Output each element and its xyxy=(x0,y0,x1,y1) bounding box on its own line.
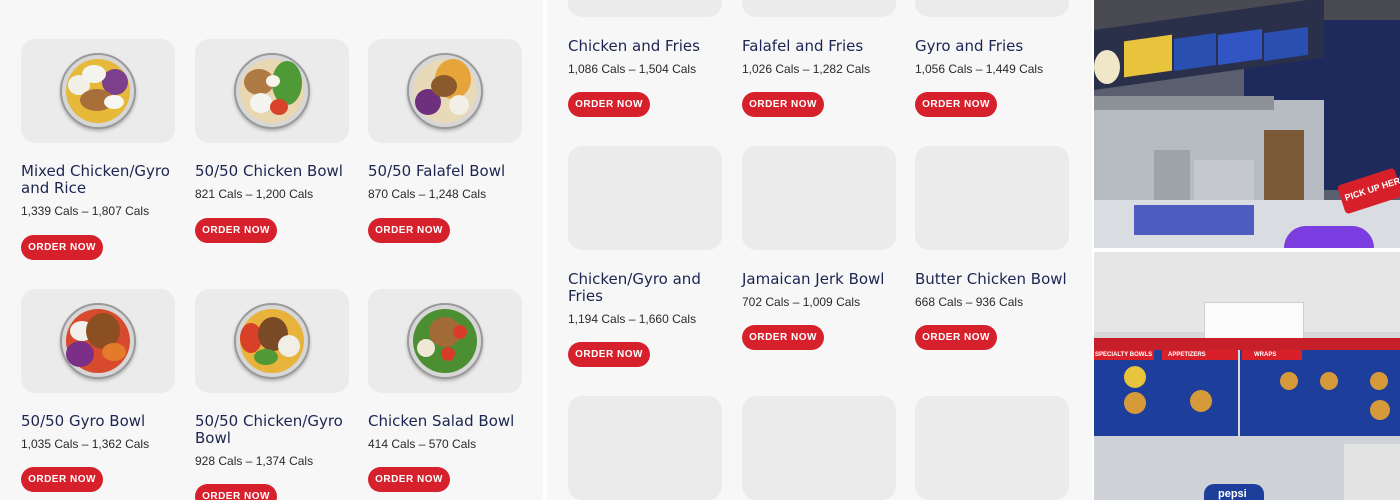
item-name[interactable]: 50/50 Chicken Bowl xyxy=(195,163,355,180)
menu-panel-middle: Chicken and Fries 1,086 Cals – 1,504 Cal… xyxy=(547,0,1092,500)
item-calories: 1,026 Cals – 1,282 Cals xyxy=(742,62,871,76)
pepsi-cup: pepsi xyxy=(1204,484,1264,500)
food-image-placeholder[interactable] xyxy=(568,146,722,250)
item-name[interactable]: Chicken/Gyro and Fries xyxy=(568,271,728,305)
item-name[interactable]: Falafel and Fries xyxy=(742,38,902,55)
bowl-image xyxy=(407,53,483,129)
food-image[interactable] xyxy=(915,0,1069,17)
board-header: WRAPS xyxy=(1254,352,1277,358)
item-name[interactable]: 50/50 Gyro Bowl xyxy=(21,413,181,430)
menu-board: SPECIALTY BOWLS APPETIZERS xyxy=(1094,350,1238,436)
item-calories: 1,339 Cals – 1,807 Cals xyxy=(21,204,150,218)
order-now-button[interactable]: ORDER NOW xyxy=(568,92,650,117)
order-now-button[interactable]: ORDER NOW xyxy=(368,467,450,492)
item-calories: 668 Cals – 936 Cals xyxy=(915,295,1024,309)
item-name[interactable]: Chicken and Fries xyxy=(568,38,728,55)
item-calories: 928 Cals – 1,374 Cals xyxy=(195,454,314,468)
food-image-placeholder[interactable] xyxy=(915,396,1069,500)
item-calories: 870 Cals – 1,248 Cals xyxy=(368,187,487,201)
item-name[interactable]: 50/50 Falafel Bowl xyxy=(368,163,528,180)
bowl-image xyxy=(60,303,136,379)
food-image[interactable] xyxy=(195,289,349,393)
item-name[interactable]: Jamaican Jerk Bowl xyxy=(742,271,902,288)
food-image[interactable] xyxy=(21,39,175,143)
order-now-button[interactable]: ORDER NOW xyxy=(21,467,103,492)
order-now-button[interactable]: ORDER NOW xyxy=(568,342,650,367)
food-image-placeholder[interactable] xyxy=(915,146,1069,250)
restaurant-menu-board-photo: SPECIALTY BOWLS APPETIZERS WRAPS pepsi xyxy=(1094,252,1400,500)
order-now-button[interactable]: ORDER NOW xyxy=(368,218,450,243)
food-image[interactable] xyxy=(368,39,522,143)
menu-panel-left: Mixed Chicken/Gyro and Rice 1,339 Cals –… xyxy=(0,0,543,500)
food-image[interactable] xyxy=(742,0,896,17)
food-image-placeholder[interactable] xyxy=(742,146,896,250)
bowl-image xyxy=(407,303,483,379)
board-header: APPETIZERS xyxy=(1168,352,1206,358)
food-image[interactable] xyxy=(21,289,175,393)
order-now-button[interactable]: ORDER NOW xyxy=(21,235,103,260)
food-image[interactable] xyxy=(368,289,522,393)
bowl-image xyxy=(60,53,136,129)
item-name[interactable]: Butter Chicken Bowl xyxy=(915,271,1075,288)
item-name[interactable]: Gyro and Fries xyxy=(915,38,1075,55)
food-image[interactable] xyxy=(195,39,349,143)
restaurant-kitchen-photo: PICK UP HERE xyxy=(1094,0,1400,248)
order-now-button[interactable]: ORDER NOW xyxy=(742,325,824,350)
restaurant-photo-panel: PICK UP HERE SPECIALTY BOWLS APPETIZERS … xyxy=(1094,0,1400,500)
board-header: SPECIALTY BOWLS xyxy=(1095,352,1153,358)
order-now-button[interactable]: ORDER NOW xyxy=(195,484,277,500)
menu-board: WRAPS xyxy=(1240,350,1400,436)
food-image[interactable] xyxy=(568,0,722,17)
order-now-button[interactable]: ORDER NOW xyxy=(915,92,997,117)
bowl-image xyxy=(234,303,310,379)
item-calories: 702 Cals – 1,009 Cals xyxy=(742,295,861,309)
item-name[interactable]: Mixed Chicken/Gyro and Rice xyxy=(21,163,181,197)
item-calories: 414 Cals – 570 Cals xyxy=(368,437,477,451)
order-now-button[interactable]: ORDER NOW xyxy=(915,325,997,350)
item-calories: 1,035 Cals – 1,362 Cals xyxy=(21,437,150,451)
item-calories: 1,086 Cals – 1,504 Cals xyxy=(568,62,697,76)
food-image-placeholder[interactable] xyxy=(568,396,722,500)
item-name[interactable]: Chicken Salad Bowl xyxy=(368,413,528,430)
item-calories: 821 Cals – 1,200 Cals xyxy=(195,187,314,201)
order-now-button[interactable]: ORDER NOW xyxy=(195,218,277,243)
item-calories: 1,194 Cals – 1,660 Cals xyxy=(568,312,697,326)
pepsi-cup-text: pepsi xyxy=(1218,488,1247,500)
item-name[interactable]: 50/50 Chicken/Gyro Bowl xyxy=(195,413,355,447)
food-image-placeholder[interactable] xyxy=(742,396,896,500)
bowl-image xyxy=(234,53,310,129)
order-now-button[interactable]: ORDER NOW xyxy=(742,92,824,117)
item-calories: 1,056 Cals – 1,449 Cals xyxy=(915,62,1044,76)
